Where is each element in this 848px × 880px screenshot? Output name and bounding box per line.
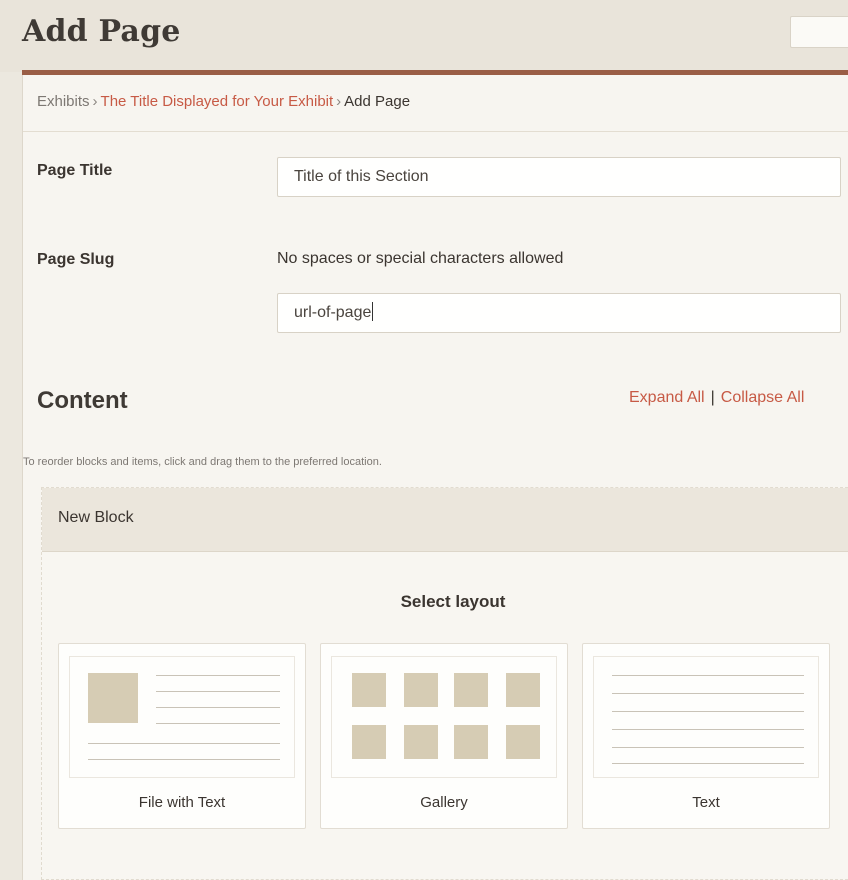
layout-option-file-with-text[interactable]: File with Text bbox=[58, 643, 306, 829]
page-slug-input[interactable]: url-of-page bbox=[277, 293, 841, 333]
gallery-layout-icon bbox=[331, 656, 557, 778]
page-slug-label: Page Slug bbox=[37, 251, 115, 268]
text-layout-icon bbox=[593, 656, 819, 778]
controls-divider: | bbox=[710, 389, 715, 406]
search-input[interactable] bbox=[790, 16, 848, 48]
page-title: Add Page bbox=[22, 14, 181, 49]
layout-label: Text bbox=[692, 794, 720, 811]
file-with-text-layout-icon bbox=[69, 656, 295, 778]
page-title-input[interactable]: Title of this Section bbox=[277, 157, 841, 197]
layout-option-gallery[interactable]: Gallery bbox=[320, 643, 568, 829]
content-heading: Content bbox=[37, 387, 128, 414]
page-header: Add Page bbox=[0, 0, 848, 72]
block-header[interactable]: New Block bbox=[42, 488, 848, 552]
breadcrumb-current: Add Page bbox=[344, 93, 411, 110]
breadcrumb-separator: › bbox=[336, 93, 342, 110]
breadcrumb-exhibit-title[interactable]: The Title Displayed for Your Exhibit bbox=[101, 93, 334, 110]
breadcrumb-exhibits[interactable]: Exhibits bbox=[37, 93, 90, 110]
collapse-all-link[interactable]: Collapse All bbox=[721, 389, 805, 406]
page-title-label: Page Title bbox=[37, 162, 113, 179]
layout-option-text[interactable]: Text bbox=[582, 643, 830, 829]
breadcrumb-divider bbox=[23, 131, 848, 132]
select-layout-heading: Select layout bbox=[400, 592, 506, 611]
block-title: New Block bbox=[58, 509, 134, 526]
expand-all-link[interactable]: Expand All bbox=[629, 389, 705, 406]
page-slug-help-text: No spaces or special characters allowed bbox=[277, 250, 564, 267]
expand-collapse-controls: Expand All | Collapse All bbox=[629, 389, 804, 407]
new-block[interactable]: New Block Select layout File with Text G… bbox=[41, 487, 848, 880]
page-slug-value: url-of-page bbox=[294, 304, 372, 321]
text-cursor bbox=[372, 302, 374, 321]
layout-label: Gallery bbox=[420, 794, 468, 811]
add-page-form: Exhibits › The Title Displayed for Your Ex… bbox=[22, 75, 848, 880]
reorder-hint: To reorder blocks and items, click and d… bbox=[23, 456, 382, 468]
breadcrumb: Exhibits › The Title Displayed for Your Ex… bbox=[37, 93, 410, 110]
breadcrumb-separator: › bbox=[92, 93, 98, 110]
layout-label: File with Text bbox=[138, 794, 226, 811]
